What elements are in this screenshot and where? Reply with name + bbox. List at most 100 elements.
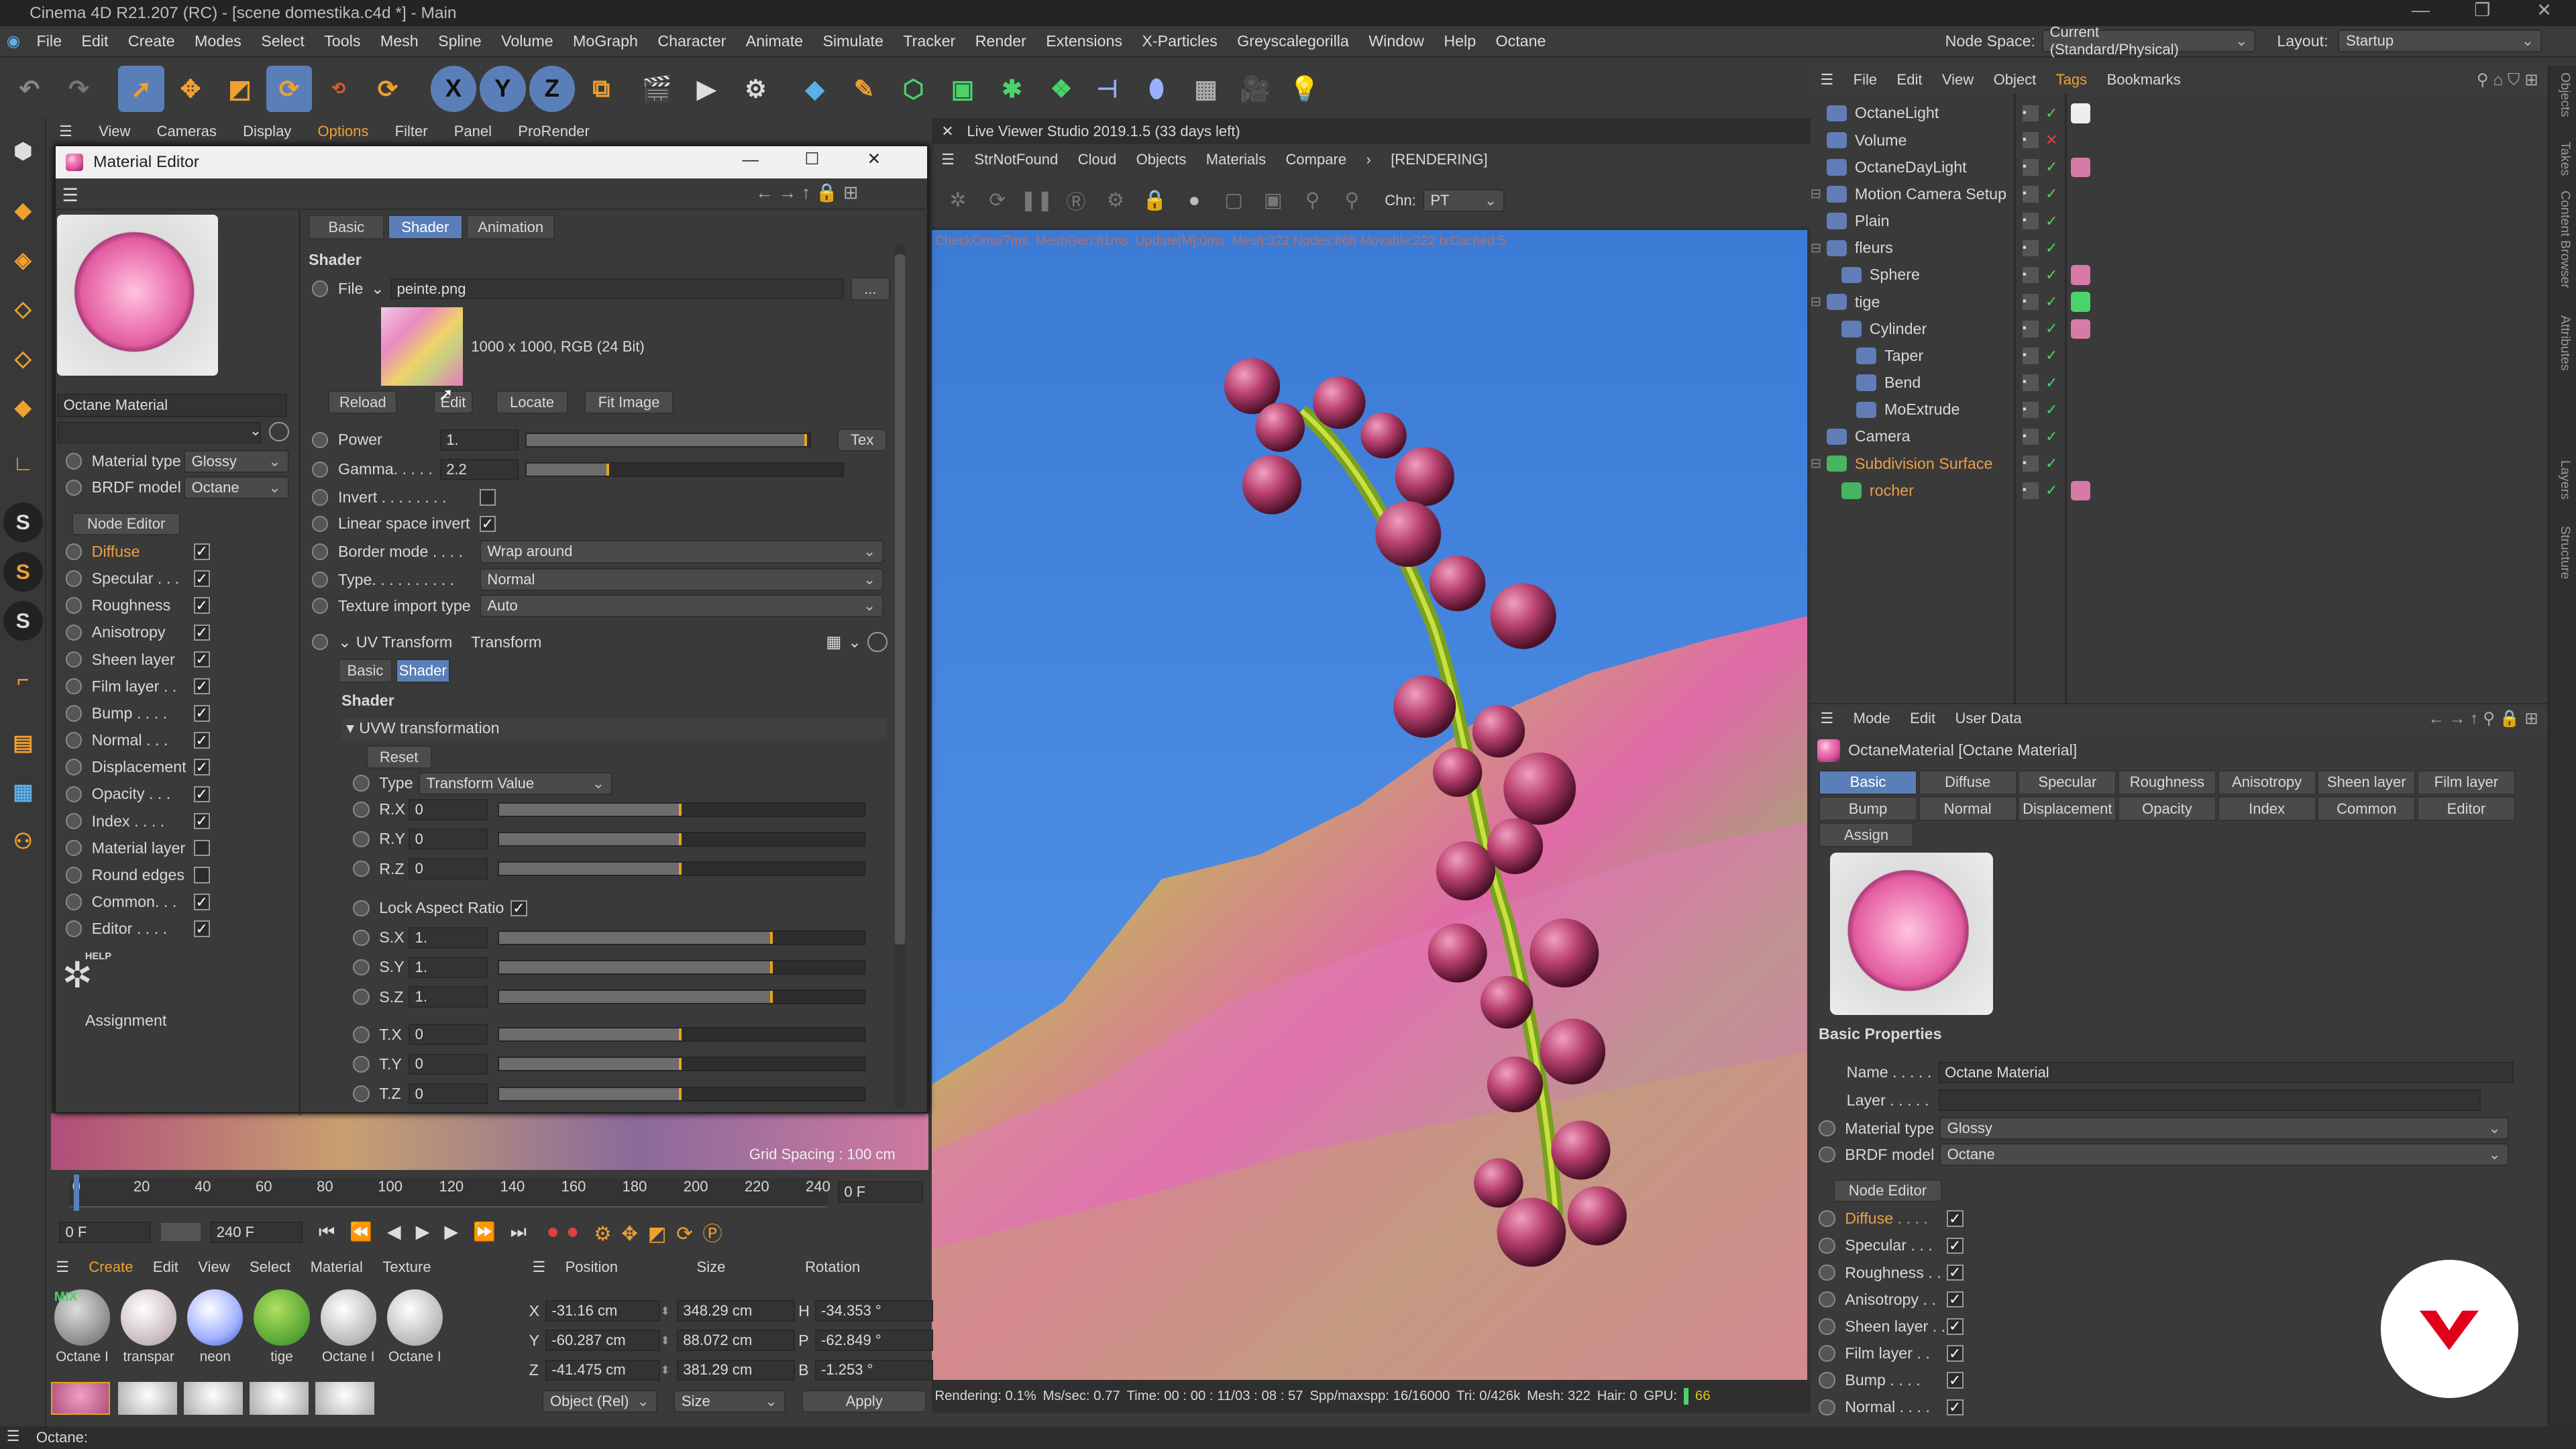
value-slider[interactable] — [497, 930, 866, 945]
layer-toggle-icon[interactable]: ▪ — [2022, 105, 2039, 122]
hamburger-icon[interactable]: ☰ — [932, 151, 965, 168]
om-menu-item[interactable]: Object — [1984, 71, 2046, 89]
nav-icons[interactable]: ← → ↑ 🔒 ⊞ — [755, 182, 858, 203]
material-thumb[interactable] — [50, 1381, 111, 1415]
menu-item[interactable]: Tracker — [894, 32, 965, 50]
border-mode-select[interactable]: Wrap around — [479, 540, 884, 564]
value-input[interactable]: 0 — [409, 858, 488, 879]
channel-row[interactable]: Specular . . . ✓ — [65, 566, 296, 592]
hamburger-icon[interactable]: ☰ — [46, 123, 86, 140]
me-action-button[interactable]: Locate — [496, 390, 568, 414]
object-tag-icon[interactable] — [2071, 292, 2091, 312]
channel-row[interactable]: Anisotropy ✓ — [65, 619, 296, 645]
pause-icon[interactable]: ❚❚ — [1020, 184, 1053, 217]
position-input[interactable]: -31.16 cm — [545, 1300, 661, 1322]
channel-checkbox[interactable]: ✓ — [193, 786, 210, 803]
channel-row[interactable]: Diffuse ✓ — [65, 539, 296, 565]
hamburger-icon[interactable]: ☰ — [523, 1258, 555, 1276]
channel-checkbox[interactable]: ✓ — [193, 920, 210, 937]
attr-tab[interactable]: Index — [2217, 796, 2316, 822]
coord-size-select[interactable]: Size — [674, 1389, 786, 1413]
pen-icon[interactable]: ✎ — [841, 66, 888, 112]
browse-file-button[interactable]: ... — [850, 277, 890, 301]
material-thumb[interactable] — [250, 1381, 309, 1415]
rotation-input[interactable]: -62.849 ° — [814, 1330, 933, 1352]
camera-icon[interactable]: 🎥 — [1232, 66, 1279, 112]
grid-icon[interactable]: ▦ — [3, 772, 43, 812]
size-input[interactable]: 88.072 cm — [676, 1330, 796, 1352]
coord-system-icon[interactable]: ⧉ — [578, 66, 625, 112]
object-row[interactable]: rocher ▪ ✓ — [1811, 478, 2548, 504]
viewport-menu-item[interactable]: Display — [230, 123, 305, 140]
status-check-icon[interactable]: ✓ — [2045, 347, 2057, 364]
gamma-input[interactable]: 2.2 — [439, 459, 519, 480]
me-tab[interactable]: Animation — [466, 215, 555, 240]
rotate-icon[interactable]: ⟳ — [266, 65, 313, 112]
value-input[interactable]: 0 — [409, 798, 488, 820]
attr-tab[interactable]: Film layer — [2416, 770, 2516, 795]
value-input[interactable]: 0 — [409, 828, 488, 850]
chevron-down-icon[interactable]: ⌄ — [371, 280, 384, 298]
uv-transform-value[interactable]: Transform — [471, 633, 826, 651]
lock-aspect-checkbox[interactable]: ✓ — [511, 900, 527, 917]
status-check-icon[interactable]: ✓ — [2045, 428, 2057, 445]
status-check-icon[interactable]: ✓ — [2045, 455, 2057, 472]
node-space-select[interactable]: Current (Standard/Physical) — [2041, 23, 2256, 58]
make-editable-icon[interactable]: ⬢ — [3, 131, 43, 171]
mm-menu-item[interactable]: Create — [79, 1258, 144, 1276]
object-row[interactable]: Volume ▪ ✕ — [1811, 127, 2548, 154]
channel-checkbox[interactable]: ✓ — [193, 543, 210, 560]
me-action-button[interactable]: Reload — [328, 390, 398, 414]
attr-menu-item[interactable]: Mode — [1843, 710, 1900, 727]
layer-toggle-icon[interactable]: ▪ — [2022, 266, 2039, 284]
viewport-menu-item[interactable]: Filter — [382, 123, 441, 140]
side-tab[interactable]: Takes — [2557, 142, 2573, 176]
render-picture-viewer-icon[interactable]: ▶ — [684, 66, 730, 112]
channel-checkbox[interactable]: ✓ — [1947, 1264, 1964, 1281]
mm-menu-item[interactable]: View — [189, 1258, 240, 1276]
viewport-menu-item[interactable]: Panel — [441, 123, 505, 140]
pick-material-icon[interactable]: ⚲ — [1336, 184, 1368, 217]
object-row[interactable]: MoExtrude ▪ ✓ — [1811, 396, 2548, 423]
attr-tab[interactable]: Anisotropy — [2217, 770, 2316, 795]
scrollbar[interactable] — [895, 244, 905, 1108]
mm-menu-item[interactable]: Texture — [373, 1258, 441, 1276]
me-subtab[interactable]: Basic — [338, 658, 392, 684]
menu-item[interactable]: Spline — [428, 32, 491, 50]
menu-item[interactable]: Tools — [315, 32, 371, 50]
redo-icon[interactable]: ↷ — [56, 66, 102, 112]
layer-toggle-icon[interactable]: ▪ — [2022, 293, 2039, 311]
generator-icon[interactable]: ▣ — [940, 66, 986, 112]
cloner-icon[interactable]: ❖ — [1038, 66, 1085, 112]
status-check-icon[interactable]: ✓ — [2045, 185, 2057, 203]
chevron-down-icon[interactable]: ⌄ — [338, 633, 351, 651]
object-row[interactable]: Cylinder ▪ ✓ — [1811, 316, 2548, 342]
recent-tools-icon[interactable]: ⟲ — [315, 66, 362, 112]
value-slider[interactable] — [497, 959, 866, 975]
channel-row[interactable]: Film layer . . ✓ — [65, 674, 296, 700]
mograph-icon[interactable]: ✱ — [989, 66, 1035, 112]
render-settings-icon[interactable]: ⚙ — [733, 66, 779, 112]
snap-icon[interactable]: S — [3, 551, 43, 592]
attr-tab[interactable]: Specular — [2018, 770, 2117, 795]
lv-menu-item[interactable]: Materials — [1196, 151, 1276, 168]
solo-icon[interactable]: S — [3, 502, 43, 543]
attr-tab[interactable]: Basic — [1819, 770, 1917, 795]
channel-row[interactable]: Editor . . . . ✓ — [65, 916, 296, 942]
current-frame-field[interactable]: 0 F — [837, 1181, 924, 1203]
power-slider[interactable] — [525, 432, 812, 447]
material-swatch[interactable]: MIX Octane I — [51, 1289, 113, 1364]
undo-icon[interactable]: ↶ — [7, 66, 53, 112]
light-icon[interactable]: 💡 — [1281, 66, 1328, 112]
name-input[interactable]: Octane Material — [1938, 1061, 2514, 1083]
menu-item[interactable]: Simulate — [813, 32, 894, 50]
channel-row[interactable]: Sheen layer ✓ — [65, 646, 296, 672]
pick-focus-icon[interactable]: ⚲ — [1296, 184, 1329, 217]
status-check-icon[interactable]: ✓ — [2045, 374, 2057, 392]
object-row[interactable]: Sphere ▪ ✓ — [1811, 262, 2548, 288]
channel-checkbox[interactable]: ✓ — [1947, 1210, 1964, 1227]
send-scene-icon[interactable]: ✲ — [941, 184, 974, 217]
minimize-icon[interactable]: — — [742, 151, 758, 170]
power-input[interactable]: 1. — [439, 429, 519, 451]
region-render-icon[interactable]: ▢ — [1218, 184, 1250, 217]
